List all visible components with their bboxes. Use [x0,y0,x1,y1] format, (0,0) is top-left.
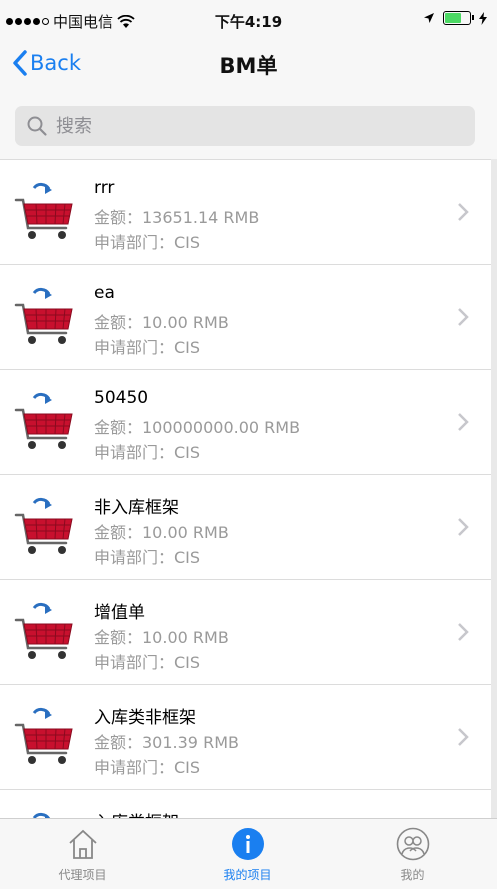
chevron-right-icon [458,203,469,221]
shopping-cart-icon [14,602,76,664]
home-icon [68,829,97,859]
item-title: ea [94,283,115,303]
bm-list: rrr 金额：13651.14 RMB 申请部门：CIS ea 金额：10.00… [0,159,491,819]
search-bar[interactable] [15,106,475,146]
chevron-right-icon [458,518,469,536]
list-item[interactable]: 50450 金额：100000000.00 RMB 申请部门：CIS [0,370,491,475]
search-input[interactable] [54,114,458,138]
chevron-right-icon [458,308,469,326]
item-department: 申请部门：CIS [94,443,201,462]
list-item[interactable]: 非入库框架 金额：10.00 RMB 申请部门：CIS [0,475,491,580]
item-department: 申请部门：CIS [94,758,201,777]
list-item[interactable]: rrr 金额：13651.14 RMB 申请部门：CIS [0,160,491,265]
item-title: 入库类非框架 [94,708,196,728]
scrollbar[interactable] [491,159,497,818]
shopping-cart-icon [14,497,76,559]
shopping-cart-icon [14,707,76,769]
tab-bar: 代理项目 我的项目 我的 [0,818,497,889]
item-department: 申请部门：CIS [94,233,201,252]
status-bar: 中国电信 下午4:19 [0,0,497,40]
list-item[interactable]: 入库类非框架 金额：301.39 RMB 申请部门：CIS [0,685,491,790]
item-title: 增值单 [94,603,145,623]
item-title: 非入库框架 [94,498,179,518]
chevron-right-icon [458,413,469,431]
item-department: 申请部门：CIS [94,548,201,567]
tab-label: 我的 [400,868,425,882]
item-amount: 金额：10.00 RMB [94,628,229,647]
list-item[interactable]: 增值单 金额：10.00 RMB 申请部门：CIS [0,580,491,685]
tab-label: 代理项目 [58,868,107,882]
navigation-bar: Back BM单 [0,40,497,88]
chevron-right-icon [458,728,469,746]
tab-label: 我的项目 [223,868,272,882]
item-title: rrr [94,178,115,198]
item-title: 50450 [94,388,149,408]
item-amount: 金额：10.00 RMB [94,313,229,332]
location-arrow-icon [424,13,434,23]
search-icon [27,116,47,136]
item-amount: 金额：100000000.00 RMB [94,418,301,437]
shopping-cart-icon [14,287,76,349]
shopping-cart-icon [14,182,76,244]
item-amount: 金额：13651.14 RMB [94,208,260,227]
battery-icon [443,11,474,25]
tab-my-projects[interactable]: 我的项目 [165,819,330,889]
info-icon [231,828,264,860]
item-amount: 金额：10.00 RMB [94,523,229,542]
profile-icon [396,827,429,861]
status-right [423,11,487,25]
item-amount: 金额：301.39 RMB [94,733,239,752]
tab-proxy-projects[interactable]: 代理项目 [0,819,165,889]
item-department: 申请部门：CIS [94,653,201,672]
chevron-right-icon [458,623,469,641]
list-item[interactable]: 入库类框架 [0,790,491,819]
page-title: BM单 [219,54,278,78]
item-department: 申请部门：CIS [94,338,201,357]
shopping-cart-icon [14,392,76,454]
tab-mine[interactable]: 我的 [330,819,495,889]
list-item[interactable]: ea 金额：10.00 RMB 申请部门：CIS [0,265,491,370]
charging-bolt-icon [479,11,487,25]
